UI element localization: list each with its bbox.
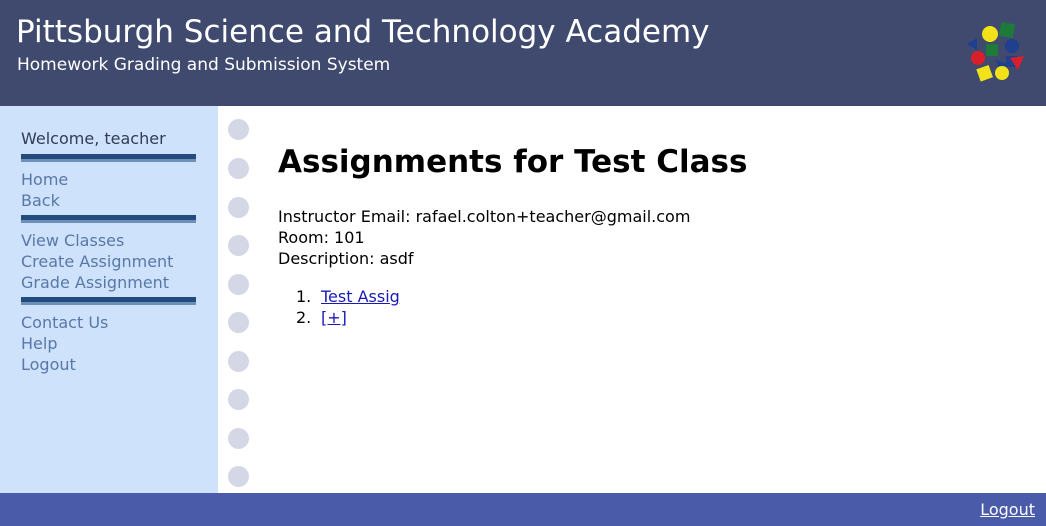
site-title: Pittsburgh Science and Technology Academ… [16, 14, 710, 50]
binder-holes [218, 106, 260, 493]
room-label: Room: [278, 228, 329, 247]
list-number: 1. [296, 287, 312, 306]
list-number: 2. [296, 308, 312, 327]
binder-hole [228, 274, 249, 295]
sidebar-divider [21, 297, 196, 305]
sidebar-item-create-assignment[interactable]: Create Assignment [21, 251, 173, 272]
room-row: Room: 101 [278, 227, 365, 248]
binder-hole [228, 197, 249, 218]
site-subtitle: Homework Grading and Submission System [17, 55, 391, 75]
binder-hole [228, 466, 249, 487]
instructor-email-value: rafael.colton+teacher@gmail.com [415, 207, 691, 226]
description-value: asdf [379, 249, 414, 268]
footer-logout-link[interactable]: Logout [980, 500, 1035, 520]
colored-shapes-logo-icon [967, 21, 1024, 82]
sidebar-item-back[interactable]: Back [21, 190, 60, 211]
page-title: Assignments for Test Class [278, 144, 748, 180]
footer: Logout [0, 493, 1046, 526]
sidebar: Welcome, teacher Home Back View Classes … [0, 106, 218, 493]
room-value: 101 [334, 228, 365, 247]
sidebar-item-logout[interactable]: Logout [21, 354, 76, 375]
sidebar-divider [21, 215, 196, 223]
binder-hole [228, 235, 249, 256]
instructor-email-row: Instructor Email: rafael.colton+teacher@… [278, 206, 690, 227]
add-assignment-link[interactable]: [+] [321, 307, 347, 328]
sidebar-item-help[interactable]: Help [21, 333, 57, 354]
sidebar-divider [21, 154, 196, 162]
sidebar-item-home[interactable]: Home [21, 169, 68, 190]
welcome-text: Welcome, teacher [21, 129, 166, 148]
binder-hole [228, 158, 249, 179]
binder-hole [228, 312, 249, 333]
sidebar-item-view-classes[interactable]: View Classes [21, 230, 124, 251]
sidebar-item-contact-us[interactable]: Contact Us [21, 312, 108, 333]
assignment-link-test-assig[interactable]: Test Assig [321, 286, 400, 307]
binder-hole [228, 351, 249, 372]
sidebar-item-grade-assignment[interactable]: Grade Assignment [21, 272, 169, 293]
description-row: Description: asdf [278, 248, 414, 269]
instructor-email-label: Instructor Email: [278, 207, 411, 226]
binder-hole [228, 119, 249, 140]
header: Pittsburgh Science and Technology Academ… [0, 0, 1046, 106]
binder-hole [228, 389, 249, 410]
description-label: Description: [278, 249, 375, 268]
binder-hole [228, 428, 249, 449]
main-content: Assignments for Test Class Instructor Em… [278, 106, 1018, 493]
